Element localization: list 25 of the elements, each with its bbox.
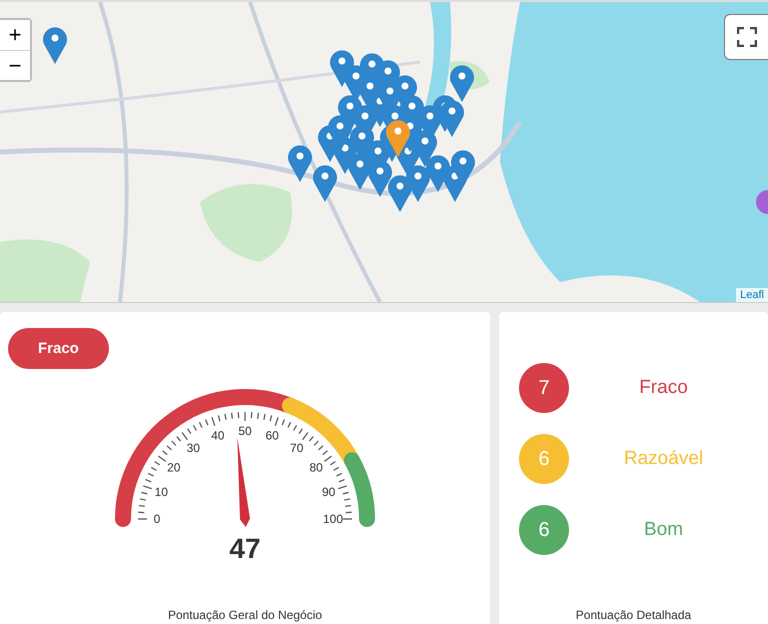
count-circle: 6 [519,505,569,555]
fullscreen-button[interactable] [724,14,768,60]
attribution-link[interactable]: Leafl [736,288,768,302]
rating-badge: Fraco [8,328,109,369]
zoom-out-button[interactable]: − [0,50,30,80]
gauge-tick-label: 20 [167,460,180,474]
gauge-tick-label: 50 [238,424,252,438]
score-value: 47 [229,533,261,565]
rating-label: Bom [642,519,684,541]
gauge-tick-label: 70 [290,440,304,455]
count-circle: 7 [519,363,569,413]
gauge-tick-label: 0 [154,512,160,526]
card-caption: Pontuação Detalhada [576,608,692,622]
gauge-tick-label: 40 [211,428,224,442]
rating-label: Razoável [622,448,704,470]
rating-label: Fraco [638,377,689,399]
gauge-tick-label: 10 [154,484,168,499]
count-circle: 6 [519,434,569,484]
gauge-tick-label: 30 [186,440,200,455]
gauge-tick-label: 80 [310,460,323,474]
gauge-tick-label: 60 [266,428,279,442]
card-caption: Pontuação Geral do Negócio [168,608,322,622]
gauge-tick-label: 90 [322,484,336,499]
gauge-tick-label: 100 [322,512,344,526]
fullscreen-icon [736,27,756,47]
